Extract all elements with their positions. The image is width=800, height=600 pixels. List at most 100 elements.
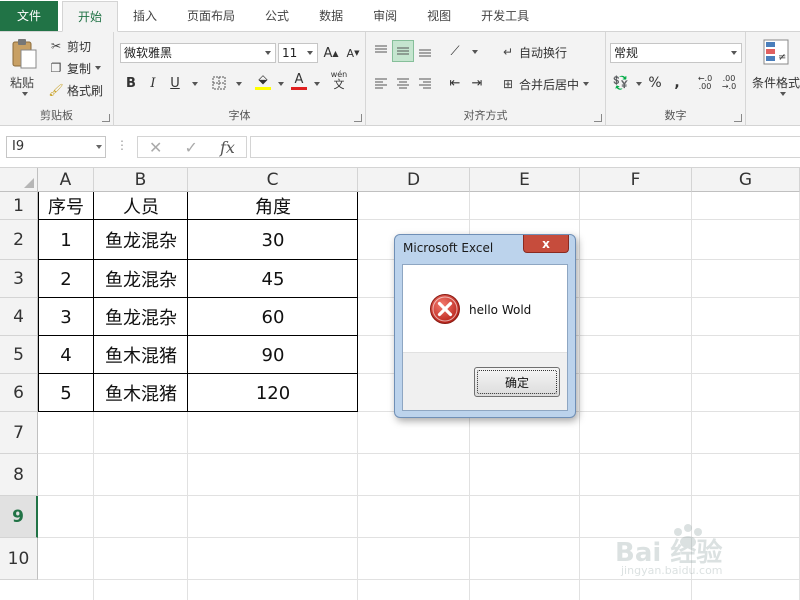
column-header-e[interactable]: E [470,168,580,192]
borders-dropdown-icon[interactable] [236,82,242,86]
align-center-button[interactable] [392,72,414,94]
table-header-cell[interactable]: 角度 [188,192,358,220]
chevron-down-icon[interactable] [727,44,741,62]
column-header-g[interactable]: G [692,168,800,192]
table-cell[interactable]: 5 [38,374,94,412]
font-name-combo[interactable]: 微软雅黑 [120,43,276,63]
table-header-cell[interactable]: 人员 [94,192,188,220]
table-header-cell[interactable]: 序号 [38,192,94,220]
italic-button[interactable]: I [142,72,164,94]
name-box[interactable]: I9 [6,136,106,158]
table-cell[interactable]: 90 [188,336,358,374]
insert-function-icon[interactable]: fx [220,138,235,157]
tab-file[interactable]: 文件 [0,1,58,31]
shrink-font-button[interactable]: A ▼ [342,42,364,64]
tab-data[interactable]: 数据 [304,1,358,31]
row-header-4[interactable]: 4 [0,298,38,336]
chevron-down-icon[interactable] [303,44,317,62]
align-middle-button[interactable] [392,40,414,62]
tab-developer[interactable]: 开发工具 [466,1,544,31]
formula-input[interactable] [250,136,800,158]
row-header-10[interactable]: 10 [0,538,38,580]
phonetic-button[interactable]: wén 文 [328,70,350,92]
font-launcher-icon[interactable] [354,114,362,122]
underline-button[interactable]: U [164,72,186,94]
table-cell[interactable]: 鱼龙混杂 [94,220,188,260]
clipboard-launcher-icon[interactable] [102,114,110,122]
increase-decimal-button[interactable]: ←.0.00 [694,72,716,94]
tab-insert[interactable]: 插入 [118,1,172,31]
table-cell[interactable]: 1 [38,220,94,260]
table-cell[interactable]: 鱼龙混杂 [94,260,188,298]
bold-button[interactable]: B [120,72,142,94]
decrease-decimal-button[interactable]: .00 →.0 [718,72,740,94]
ok-button[interactable]: 确定 [474,367,560,397]
select-all-button[interactable] [0,168,38,192]
fill-color-button[interactable]: ⬙ [252,70,274,92]
column-header-d[interactable]: D [358,168,470,192]
chevron-down-icon[interactable] [261,44,275,62]
row-header-7[interactable]: 7 [0,412,38,454]
row-header-2[interactable]: 2 [0,220,38,260]
align-bottom-button[interactable] [414,40,436,62]
font-color-dropdown-icon[interactable] [314,82,320,86]
tab-view[interactable]: 视图 [412,1,466,31]
merge-center-button[interactable]: ⊞ 合并后居中 [500,74,590,94]
fill-dropdown-icon[interactable] [278,82,284,86]
close-button[interactable]: x [523,235,569,253]
alignment-launcher-icon[interactable] [594,114,602,122]
wrap-text-button[interactable]: ↵ 自动换行 [500,42,567,62]
table-cell[interactable]: 120 [188,374,358,412]
table-cell[interactable]: 45 [188,260,358,298]
orientation-button[interactable]: ⟋ [444,40,466,62]
number-launcher-icon[interactable] [734,114,742,122]
tab-formulas[interactable]: 公式 [250,1,304,31]
accounting-format-button[interactable]: 💱 [610,72,632,94]
table-cell[interactable]: 60 [188,298,358,336]
row-header-5[interactable]: 5 [0,336,38,374]
grow-font-button[interactable]: A ▲ [320,42,342,64]
check-icon[interactable]: ✓ [185,138,198,157]
borders-button[interactable] [208,72,230,94]
align-top-button[interactable] [370,40,392,62]
row-header-8[interactable]: 8 [0,454,38,496]
tab-page-layout[interactable]: 页面布局 [172,1,250,31]
row-header-6[interactable]: 6 [0,374,38,412]
orientation-dropdown-icon[interactable] [472,50,478,54]
chevron-down-icon[interactable] [96,145,102,149]
table-cell[interactable]: 鱼木混猪 [94,374,188,412]
column-header-b[interactable]: B [94,168,188,192]
copy-button[interactable]: ❐ 复制 [48,58,102,78]
row-header-3[interactable]: 3 [0,260,38,298]
cut-button[interactable]: ✂ 剪切 [48,36,91,56]
decrease-indent-button[interactable]: ⇤ [444,72,466,94]
formula-bar-grip-icon[interactable]: ⋮ [116,138,128,152]
column-header-f[interactable]: F [580,168,692,192]
cancel-icon[interactable]: ✕ [149,138,162,157]
table-cell[interactable]: 3 [38,298,94,336]
paste-button[interactable]: 粘贴 [6,38,42,100]
font-color-button[interactable]: A [288,70,310,92]
table-cell[interactable]: 鱼木混猪 [94,336,188,374]
table-cell[interactable]: 30 [188,220,358,260]
table-cell[interactable]: 鱼龙混杂 [94,298,188,336]
table-cell[interactable]: 2 [38,260,94,298]
percent-button[interactable]: % [644,72,666,94]
underline-dropdown-icon[interactable] [192,82,198,86]
tab-home[interactable]: 开始 [62,1,119,32]
table-cell[interactable]: 4 [38,336,94,374]
font-size-combo[interactable]: 11 [278,43,318,63]
comma-button[interactable]: , [666,72,688,94]
column-header-c[interactable]: C [188,168,358,192]
accounting-dropdown-icon[interactable] [636,82,642,86]
tab-review[interactable]: 审阅 [358,1,412,31]
row-header-1[interactable]: 1 [0,192,38,220]
increase-indent-button[interactable]: ⇥ [466,72,488,94]
number-format-combo[interactable]: 常规 [610,43,742,63]
align-right-button[interactable] [414,72,436,94]
conditional-format-button[interactable]: ≠ 条件格式 [750,38,800,100]
align-left-button[interactable] [370,72,392,94]
row-header-9[interactable]: 9 [0,496,38,538]
column-header-a[interactable]: A [38,168,94,192]
format-painter-button[interactable]: 🖌 格式刷 [48,80,103,100]
